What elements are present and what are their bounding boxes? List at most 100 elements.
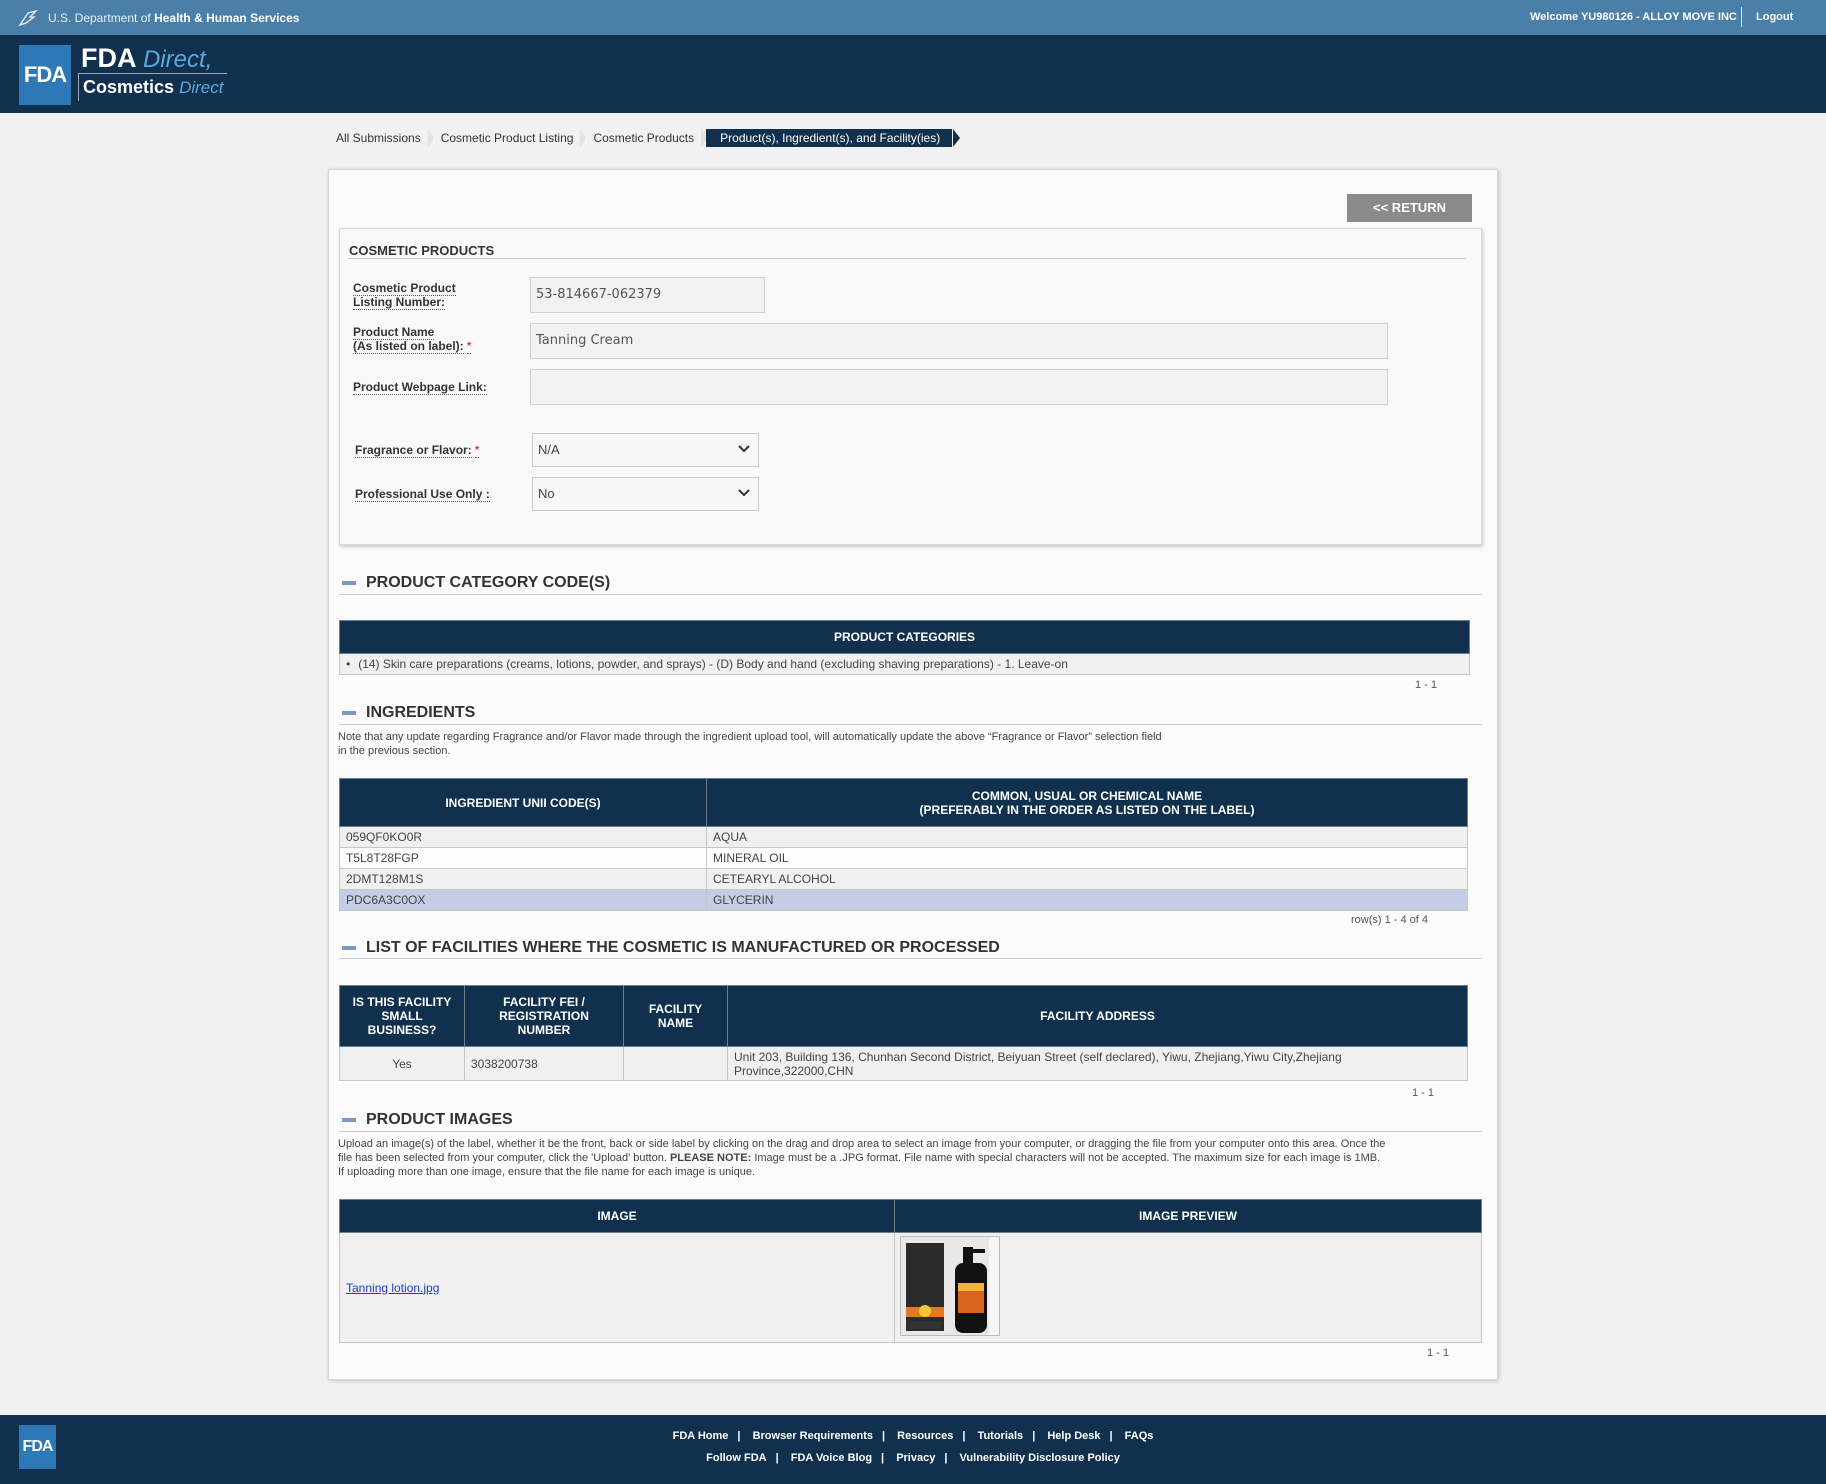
professional-use-label: Professional Use Only :: [355, 487, 490, 502]
ingredients-table: INGREDIENT UNII CODE(S) COMMON, USUAL OR…: [339, 778, 1468, 911]
separator: |: [944, 1452, 948, 1464]
facilities-pager: 1 - 1: [1412, 1087, 1435, 1099]
collapse-icon[interactable]: [342, 946, 356, 950]
chevron-down-icon: [738, 489, 750, 497]
ingredients-note: Note that any update regarding Fragrance…: [338, 731, 1162, 757]
image-file-cell: Tanning lotion.jpg: [339, 1232, 895, 1343]
separator: |: [1109, 1430, 1113, 1442]
footer-link-fda-voice-blog[interactable]: FDA Voice Blog: [791, 1452, 872, 1464]
hhs-bar: U.S. Department of Health & Human Servic…: [0, 0, 1826, 35]
tanning-lotion-photo: [901, 1237, 999, 1335]
hhs-eagle-icon: [18, 9, 38, 27]
ingredient-name: GLYCERIN: [706, 889, 1468, 911]
cosmetic-products-title: COSMETIC PRODUCTS: [349, 243, 495, 258]
product-name-label: Product Name (As listed on label): *: [353, 325, 472, 354]
webpage-link-field[interactable]: [530, 369, 1388, 405]
separator: |: [962, 1430, 966, 1442]
unii-code: T5L8T28FGP: [339, 847, 707, 869]
collapse-icon[interactable]: [342, 581, 356, 585]
chevron-down-icon: [738, 445, 750, 453]
column-header[interactable]: FACILITY ADDRESS: [727, 985, 1468, 1047]
product-image-preview[interactable]: [900, 1236, 1000, 1336]
fda-direct-logo: FDA Direct,: [81, 43, 213, 73]
fragrance-label: Fragrance or Flavor: *: [355, 443, 480, 458]
column-header[interactable]: COMMON, USUAL OR CHEMICAL NAME (PREFERABL…: [706, 778, 1468, 827]
unii-code: PDC6A3C0OX: [339, 889, 707, 911]
divider: [1741, 7, 1742, 27]
listing-number-label: Cosmetic Product Listing Number:: [353, 281, 456, 310]
breadcrumb-all-submissions[interactable]: All Submissions: [328, 129, 435, 147]
ingredients-pager: row(s) 1 - 4 of 4: [1351, 914, 1429, 926]
table-row[interactable]: Yes 3038200738 Unit 203, Building 136, C…: [339, 1046, 1468, 1081]
column-header[interactable]: FACILITY FEI / REGISTRATION NUMBER: [464, 985, 624, 1047]
unii-code: 2DMT128M1S: [339, 868, 707, 890]
images-pager: 1 - 1: [1427, 1347, 1450, 1359]
footer-link-faqs[interactable]: FAQs: [1125, 1430, 1154, 1442]
table-row[interactable]: 059QF0KO0R AQUA: [339, 826, 1468, 848]
small-business-cell: Yes: [339, 1046, 465, 1081]
breadcrumb-cosmetic-product-listing[interactable]: Cosmetic Product Listing: [432, 129, 588, 147]
ingredient-name: CETEARYL ALCOHOL: [706, 868, 1468, 890]
divider: [339, 958, 1482, 959]
column-header[interactable]: PRODUCT CATEGORIES: [339, 620, 1470, 654]
table-row: • (14) Skin care preparations (creams, lo…: [339, 653, 1470, 675]
ingredients-section-heading[interactable]: INGREDIENTS: [342, 704, 475, 722]
webpage-link-label: Product Webpage Link:: [353, 380, 487, 395]
column-header[interactable]: IMAGE: [339, 1199, 895, 1233]
welcome-text: Welcome YU980126 - ALLOY MOVE INC: [1530, 11, 1737, 23]
divider: [339, 1131, 1482, 1132]
divider: [339, 724, 1482, 725]
column-header[interactable]: INGREDIENT UNII CODE(S): [339, 778, 707, 827]
separator: |: [882, 1430, 886, 1442]
facility-address-cell: Unit 203, Building 136, Chunhan Second D…: [727, 1046, 1468, 1081]
category-table: PRODUCT CATEGORIES • (14) Skin care prepa…: [339, 620, 1470, 675]
app-header: FDA FDA Direct, Cosmetics Direct: [0, 35, 1826, 113]
divider: [348, 258, 1466, 259]
table-row[interactable]: PDC6A3C0OX GLYCERIN: [339, 889, 1468, 911]
bullet: •: [346, 657, 351, 671]
logout-link[interactable]: Logout: [1756, 11, 1793, 23]
category-pager: 1 - 1: [1415, 679, 1438, 691]
separator: |: [737, 1430, 741, 1442]
breadcrumb-current: Product(s), Ingredient(s), and Facility(…: [706, 129, 961, 147]
facility-name-cell: [623, 1046, 728, 1081]
unii-code: 059QF0KO0R: [339, 826, 707, 848]
separator: |: [1032, 1430, 1036, 1442]
ingredient-name: AQUA: [706, 826, 1468, 848]
footer-link-fda-home[interactable]: FDA Home: [673, 1430, 729, 1442]
facilities-table: IS THIS FACILITY SMALL BUSINESS? FACILITY …: [339, 985, 1468, 1081]
column-header[interactable]: IMAGE PREVIEW: [894, 1199, 1482, 1233]
professional-use-select[interactable]: No: [532, 477, 759, 511]
footer-link-help-desk[interactable]: Help Desk: [1047, 1430, 1100, 1442]
table-row[interactable]: 2DMT128M1S CETEARYL ALCOHOL: [339, 868, 1468, 890]
collapse-icon[interactable]: [342, 711, 356, 715]
footer-link-resources[interactable]: Resources: [897, 1430, 953, 1442]
table-row[interactable]: T5L8T28FGP MINERAL OIL: [339, 847, 1468, 869]
breadcrumb-cosmetic-products[interactable]: Cosmetic Products: [585, 129, 708, 147]
cosmetics-direct-logo: Cosmetics Direct: [78, 73, 228, 101]
images-note: Upload an image(s) of the label, whether…: [338, 1138, 1386, 1178]
footer-link-browser-requirements[interactable]: Browser Requirements: [753, 1430, 873, 1442]
hhs-department: U.S. Department of Health & Human Servic…: [48, 11, 300, 25]
category-item: (14) Skin care preparations (creams, lot…: [358, 657, 1068, 671]
facilities-section-heading[interactable]: LIST OF FACILITIES WHERE THE COSMETIC IS…: [342, 939, 1000, 957]
listing-number-field[interactable]: 53-814667-062379: [530, 277, 765, 313]
footer-link-vulnerability-disclosure[interactable]: Vulnerability Disclosure Policy: [959, 1452, 1119, 1464]
images-section-heading[interactable]: PRODUCT IMAGES: [342, 1111, 513, 1129]
breadcrumb: All Submissions Cosmetic Product Listing…: [328, 129, 961, 147]
footer-link-tutorials[interactable]: Tutorials: [978, 1430, 1024, 1442]
fragrance-select[interactable]: N/A: [532, 433, 759, 467]
separator: |: [775, 1452, 779, 1464]
footer-links-row-1: FDA Home | Browser Requirements | Resource…: [0, 1430, 1826, 1442]
footer-links-row-2: Follow FDA | FDA Voice Blog | Privacy | Vul…: [0, 1452, 1826, 1464]
footer-link-privacy[interactable]: Privacy: [896, 1452, 935, 1464]
category-section-heading[interactable]: PRODUCT CATEGORY CODE(S): [342, 574, 610, 592]
footer-link-follow-fda[interactable]: Follow FDA: [706, 1452, 767, 1464]
column-header[interactable]: FACILITY NAME: [623, 985, 728, 1047]
product-name-field[interactable]: Tanning Cream: [530, 323, 1388, 359]
image-file-link[interactable]: Tanning lotion.jpg: [346, 1281, 439, 1295]
separator: |: [881, 1452, 885, 1464]
column-header[interactable]: IS THIS FACILITY SMALL BUSINESS?: [339, 985, 465, 1047]
return-button[interactable]: << RETURN: [1347, 194, 1472, 222]
collapse-icon[interactable]: [342, 1118, 356, 1122]
